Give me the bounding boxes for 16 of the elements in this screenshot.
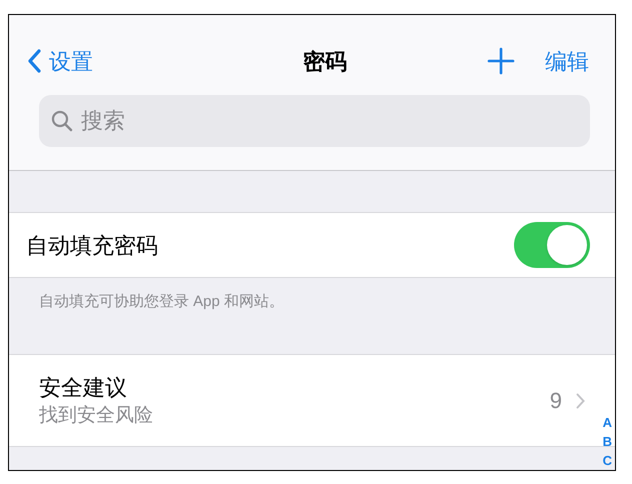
autofill-description: 自动填充可协助您登录 App 和网站。 xyxy=(39,293,284,310)
autofill-toggle[interactable] xyxy=(514,222,590,268)
edit-button[interactable]: 编辑 xyxy=(545,44,589,78)
chevron-right-icon xyxy=(576,392,585,408)
autofill-label: 自动填充密码 xyxy=(26,232,159,260)
back-button[interactable]: 设置 xyxy=(27,44,93,78)
add-icon[interactable] xyxy=(487,47,515,75)
row-title: 安全建议 xyxy=(39,374,128,402)
page-title: 密码 xyxy=(303,48,347,76)
search-field[interactable]: 搜索 xyxy=(39,95,590,147)
index-letter[interactable]: A xyxy=(602,413,612,432)
chevron-left-icon xyxy=(27,49,41,73)
index-letter[interactable]: C xyxy=(602,451,612,470)
row-subtitle: 找到安全风险 xyxy=(39,404,154,428)
count-label: 9 xyxy=(550,387,562,415)
search-icon xyxy=(51,110,73,132)
